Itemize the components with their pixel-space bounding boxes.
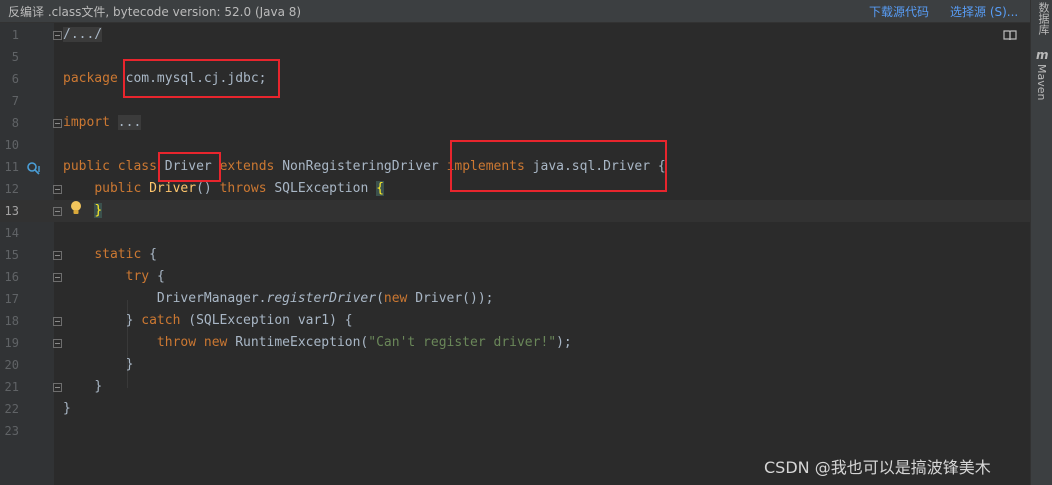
string-literal: "Can't register driver!" [368, 335, 557, 350]
keyword: throws [219, 181, 267, 196]
paren: ( [376, 291, 384, 306]
keyword: public [63, 159, 110, 174]
right-tool-strip: 数据库 m Maven [1030, 0, 1052, 485]
code-line-20: 20 } [0, 354, 1030, 376]
matched-brace: { [376, 181, 384, 196]
brace: { [149, 247, 157, 262]
maven-icon[interactable]: m [1036, 48, 1049, 62]
maven-tool-tab[interactable]: Maven [1035, 64, 1048, 100]
fold-marker[interactable] [53, 339, 62, 348]
line-number: 23 [4, 424, 19, 438]
line-number: 22 [4, 402, 19, 416]
brace: } [63, 401, 71, 416]
brace: } [125, 357, 134, 372]
brace: { [156, 269, 165, 284]
annotation-box-implements [450, 140, 667, 192]
matched-brace: } [94, 203, 103, 218]
keyword: catch [141, 313, 181, 328]
keyword: extends [219, 159, 275, 174]
parens: () [196, 181, 212, 196]
code-line-15: 15 static { [0, 244, 1030, 266]
code-line-22: 22 } [0, 398, 1030, 420]
statement-end: ); [556, 335, 572, 350]
line-number: 10 [4, 138, 19, 152]
line-number: 13 [4, 204, 19, 218]
super-class-name: NonRegisteringDriver [282, 159, 439, 174]
lightbulb-icon[interactable] [70, 200, 82, 216]
exception-type: SQLException [274, 181, 369, 196]
code-line-23: 23 [0, 420, 1030, 442]
keyword: new [203, 335, 228, 350]
constructor-call: Driver()); [415, 291, 494, 306]
catch-params: (SQLException var1) { [188, 313, 353, 328]
constructor-name: Driver [149, 181, 197, 196]
implementations-gutter-icon[interactable] [26, 161, 42, 175]
download-sources-link[interactable]: 下载源代码 [869, 3, 929, 20]
fold-marker[interactable] [53, 207, 62, 216]
line-number: 18 [4, 314, 19, 328]
folded-region[interactable]: /.../ [63, 27, 103, 42]
keyword: package [63, 71, 118, 86]
line-number: 16 [4, 270, 19, 284]
line-number: 19 [4, 336, 19, 350]
keyword: public [94, 181, 142, 196]
folded-imports[interactable]: ... [117, 115, 142, 130]
constructor-call: RuntimeException( [235, 335, 369, 350]
fold-marker[interactable] [53, 317, 62, 326]
keyword: class [117, 159, 157, 174]
line-number: 15 [4, 248, 19, 262]
decompiled-message: 反编译 .class文件, bytecode version: 52.0 (Ja… [8, 5, 302, 19]
keyword: throw [156, 335, 197, 350]
code-line-16: 16 try { [0, 266, 1030, 288]
line-number: 5 [11, 50, 19, 64]
csdn-watermark: CSDN @我也可以是搞波锋美木 [764, 458, 991, 477]
fold-marker[interactable] [53, 185, 62, 194]
class-ref: DriverManager. [156, 291, 267, 306]
code-line-1: 1 /.../ [0, 24, 1030, 46]
fold-marker[interactable] [53, 251, 62, 260]
annotation-box-package [123, 59, 280, 98]
line-number: 21 [4, 380, 19, 394]
code-line-13: 13 } [0, 200, 1030, 222]
code-line-14: 14 [0, 222, 1030, 244]
fold-marker[interactable] [53, 31, 62, 40]
code-line-8: 8 import ... [0, 112, 1030, 134]
keyword: import [63, 115, 110, 130]
line-number: 6 [11, 72, 19, 86]
line-number: 8 [11, 116, 19, 130]
annotation-box-class-name [158, 152, 221, 182]
fold-marker[interactable] [53, 119, 62, 128]
keyword: new [383, 291, 408, 306]
code-line-17: 17 DriverManager.registerDriver(new Driv… [0, 288, 1030, 310]
keyword: try [125, 269, 150, 284]
database-tool-tab[interactable]: 数据库 [1035, 2, 1051, 35]
line-number: 17 [4, 292, 19, 306]
brace: } [125, 313, 134, 328]
fold-marker[interactable] [53, 273, 62, 282]
code-line-19: 19 throw new RuntimeException("Can't reg… [0, 332, 1030, 354]
line-number: 20 [4, 358, 19, 372]
choose-sources-link[interactable]: 选择源 (S)... [950, 3, 1018, 20]
line-number: 7 [11, 94, 19, 108]
brace: } [94, 379, 103, 394]
line-number: 1 [11, 28, 19, 42]
static-method: registerDriver [266, 291, 377, 306]
line-number: 14 [4, 226, 19, 240]
line-number: 11 [4, 160, 19, 174]
code-line-21: 21 } [0, 376, 1030, 398]
fold-marker[interactable] [53, 383, 62, 392]
code-line-18: 18 } catch (SQLException var1) { [0, 310, 1030, 332]
keyword: static [94, 247, 142, 262]
reader-mode-icon[interactable] [1003, 30, 1017, 41]
line-number: 12 [4, 182, 19, 196]
decompiled-notification-bar: 反编译 .class文件, bytecode version: 52.0 (Ja… [0, 0, 1030, 23]
